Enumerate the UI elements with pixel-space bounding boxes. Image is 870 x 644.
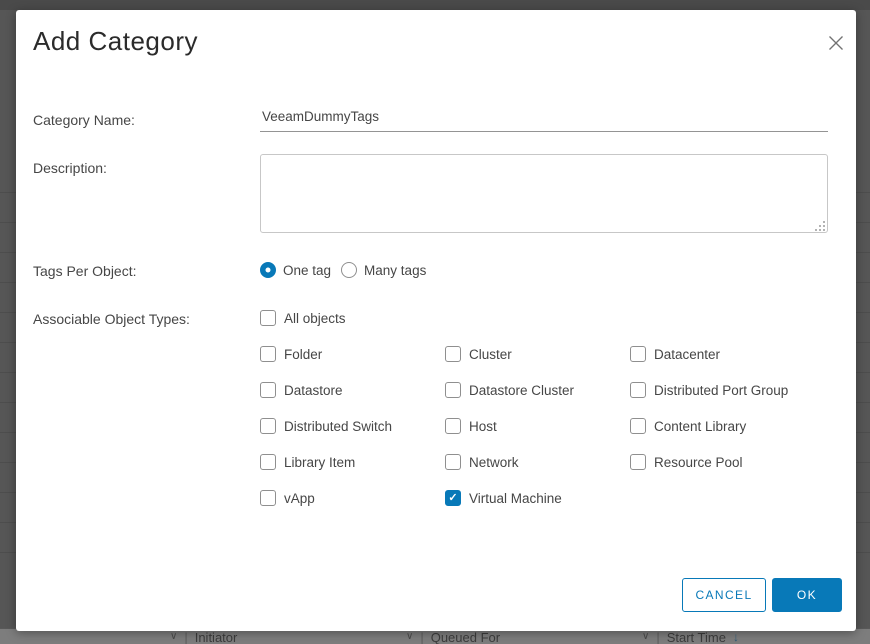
background-column-queued-for: ∨ | Queued For: [406, 630, 500, 644]
all-objects-checkbox-row: All objects: [260, 310, 346, 326]
checkbox-unchecked-icon[interactable]: [630, 382, 646, 398]
checkbox-unchecked-icon[interactable]: [260, 346, 276, 362]
sort-descending-icon: ↓: [733, 630, 739, 644]
close-button[interactable]: [823, 30, 849, 56]
checkbox-item-folder[interactable]: Folder: [260, 346, 445, 362]
cancel-button[interactable]: CANCEL: [682, 578, 766, 612]
checkbox-label: Distributed Switch: [284, 419, 392, 434]
dialog-footer: CANCEL OK: [682, 578, 842, 612]
column-label: Start Time: [667, 630, 726, 644]
checkbox-item-distributed-switch[interactable]: Distributed Switch: [260, 418, 445, 434]
column-divider: |: [656, 630, 659, 644]
radio-selected-icon[interactable]: [260, 262, 276, 278]
checkbox-label: Resource Pool: [654, 455, 743, 470]
ok-button[interactable]: OK: [772, 578, 842, 612]
checkbox-item-datastore-cluster[interactable]: Datastore Cluster: [445, 382, 630, 398]
radio-option[interactable]: Many tags: [341, 262, 426, 278]
tags-per-object-label: Tags Per Object:: [33, 263, 137, 279]
checkbox-label: Host: [469, 419, 497, 434]
description-textarea[interactable]: [260, 154, 828, 233]
dialog-title: Add Category: [33, 26, 198, 57]
radio-unselected-icon[interactable]: [341, 262, 357, 278]
checkbox-unchecked-icon[interactable]: [445, 454, 461, 470]
checkbox-label: Content Library: [654, 419, 746, 434]
checkbox-item-network[interactable]: Network: [445, 454, 630, 470]
column-label: Queued For: [431, 630, 500, 644]
checkbox-unchecked-icon[interactable]: [445, 382, 461, 398]
column-filter-icon: ∨: [170, 631, 177, 642]
resize-grip-icon[interactable]: [815, 221, 825, 231]
column-divider: |: [420, 630, 423, 644]
radio-option-label: Many tags: [364, 263, 426, 278]
checkbox-item-content-library[interactable]: Content Library: [630, 418, 840, 434]
checkbox-item-virtual-machine[interactable]: ✓ Virtual Machine: [445, 490, 630, 506]
checkbox-unchecked-icon[interactable]: [630, 418, 646, 434]
checkbox-unchecked-icon[interactable]: [630, 454, 646, 470]
checkbox-label: Datastore Cluster: [469, 383, 574, 398]
column-label: Initiator: [195, 630, 238, 644]
radio-option-label: One tag: [283, 263, 331, 278]
add-category-dialog: Add Category Category Name: Description:…: [16, 10, 856, 631]
checkbox-item-library-item[interactable]: Library Item: [260, 454, 445, 470]
checkbox-item-cluster[interactable]: Cluster: [445, 346, 630, 362]
associable-object-types-label: Associable Object Types:: [33, 311, 190, 327]
dimmed-background-top: [0, 0, 870, 10]
category-name-label: Category Name:: [33, 112, 135, 128]
checkbox-label: Cluster: [469, 347, 512, 362]
background-column-start-time: ∨ | Start Time ↓: [642, 630, 739, 644]
checkbox-unchecked-icon[interactable]: [260, 418, 276, 434]
checkbox-unchecked-icon[interactable]: [260, 382, 276, 398]
checkbox-unchecked-icon[interactable]: [630, 346, 646, 362]
checkbox-unchecked-icon[interactable]: [260, 454, 276, 470]
checkbox-label: Datastore: [284, 383, 343, 398]
checkbox-label: Library Item: [284, 455, 355, 470]
checkbox-item-datacenter[interactable]: Datacenter: [630, 346, 840, 362]
checkbox-item-datastore[interactable]: Datastore: [260, 382, 445, 398]
checkbox-item-host[interactable]: Host: [445, 418, 630, 434]
checkbox-label: vApp: [284, 491, 315, 506]
checkbox-item-resource-pool[interactable]: Resource Pool: [630, 454, 840, 470]
column-filter-icon: ∨: [406, 631, 413, 642]
checkbox-unchecked-icon[interactable]: [445, 346, 461, 362]
checkbox-item-vapp[interactable]: vApp: [260, 490, 445, 506]
object-type-grid: Folder Cluster Datacenter Datastore Datastor…: [260, 346, 840, 506]
column-filter-icon: ∨: [642, 631, 649, 642]
checkbox-label: All objects: [284, 311, 346, 326]
column-divider: |: [184, 630, 187, 644]
checkbox-label: Distributed Port Group: [654, 383, 788, 398]
description-label: Description:: [33, 160, 107, 176]
background-column-initiator: ∨ | Initiator: [170, 630, 237, 644]
checkbox-unchecked-icon[interactable]: [445, 418, 461, 434]
category-name-input[interactable]: [260, 106, 828, 132]
checkbox-item-distributed-port-group[interactable]: Distributed Port Group: [630, 382, 840, 398]
checkbox-unchecked-icon[interactable]: [260, 490, 276, 506]
radio-option[interactable]: One tag: [260, 262, 331, 278]
checkbox-label: Network: [469, 455, 519, 470]
checkbox-label: Virtual Machine: [469, 491, 562, 506]
close-icon: [828, 35, 844, 51]
checkbox-label: Folder: [284, 347, 322, 362]
radio-dot-icon: [266, 268, 271, 273]
checkbox-label: Datacenter: [654, 347, 720, 362]
tags-per-object-options: One tag Many tags: [260, 262, 426, 278]
checkbox-unchecked-icon[interactable]: [260, 310, 276, 326]
checkbox-checked-icon[interactable]: ✓: [445, 490, 461, 506]
checkbox-item-all-objects[interactable]: All objects: [260, 310, 346, 326]
